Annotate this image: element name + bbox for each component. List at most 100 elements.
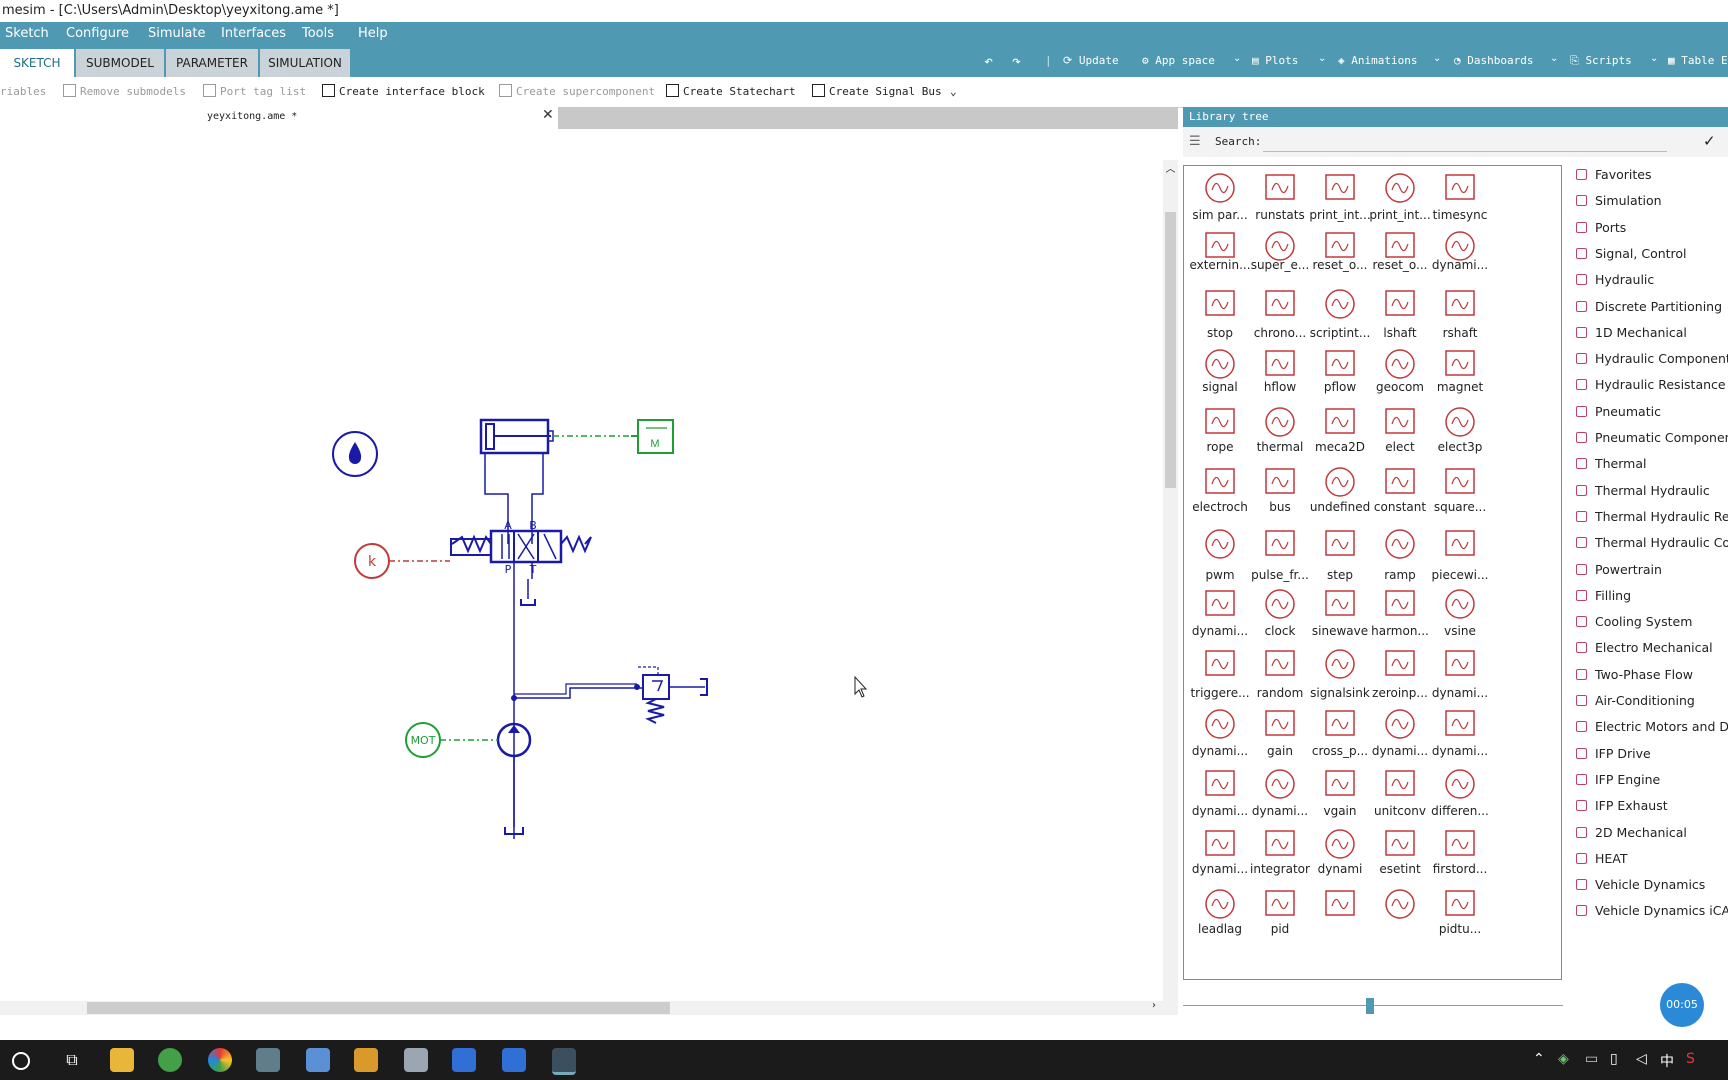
category-item[interactable]: Thermal Hydraulic Res <box>1576 505 1728 529</box>
library-item[interactable]: dynami... <box>1428 226 1492 288</box>
category-item[interactable]: Pneumatic Component <box>1576 426 1728 450</box>
library-item[interactable]: undefined <box>1308 462 1372 524</box>
category-item[interactable]: 1D Mechanical <box>1576 321 1728 345</box>
library-item[interactable]: elect3p <box>1428 402 1492 464</box>
tab-simulation[interactable]: SIMULATION <box>260 49 350 77</box>
category-item[interactable]: IFP Engine <box>1576 768 1728 792</box>
library-item[interactable]: pid <box>1248 884 1312 946</box>
battery-icon[interactable]: ▯ <box>1610 1051 1618 1067</box>
library-item[interactable]: thermal <box>1248 402 1312 464</box>
library-item[interactable]: reset_o... <box>1308 226 1372 288</box>
create-statechart-button[interactable]: Create Statechart <box>666 83 796 101</box>
tank-t[interactable] <box>520 599 536 606</box>
chevron-up-icon[interactable]: ⌃ <box>1533 1051 1545 1067</box>
category-item[interactable]: Hydraulic Resistance <box>1576 373 1728 397</box>
library-item[interactable]: rope <box>1188 402 1252 464</box>
library-item[interactable]: hflow <box>1248 344 1312 406</box>
library-item[interactable]: esetint <box>1368 824 1432 886</box>
library-item[interactable]: vsine <box>1428 584 1492 646</box>
chevron-up-icon[interactable]: ︿ <box>1163 160 1178 175</box>
library-item[interactable]: constant <box>1368 462 1432 524</box>
tab-submodel[interactable]: SUBMODEL <box>76 49 164 77</box>
scroll-thumb[interactable] <box>87 1002 670 1014</box>
hydraulic-cylinder[interactable] <box>479 418 554 455</box>
create-supercomponent-button[interactable]: Create supercomponent <box>499 83 655 101</box>
library-item[interactable]: elect <box>1368 402 1432 464</box>
library-item[interactable]: magnet <box>1428 344 1492 406</box>
calculator-icon[interactable] <box>256 1048 280 1072</box>
library-item[interactable]: rshaft <box>1428 284 1492 346</box>
category-item[interactable]: Favorites <box>1576 163 1728 187</box>
player-icon[interactable] <box>502 1048 526 1072</box>
fluid-properties-icon[interactable] <box>332 431 378 477</box>
search-circle-icon[interactable] <box>12 1052 30 1070</box>
amesim-icon[interactable] <box>552 1048 576 1075</box>
library-item[interactable]: meca2D <box>1308 402 1372 464</box>
category-item[interactable]: Hydraulic <box>1576 268 1728 292</box>
library-item[interactable]: dynami... <box>1188 824 1252 886</box>
antivirus-icon[interactable]: S <box>1686 1051 1695 1067</box>
menu-simulate[interactable]: Simulate <box>148 22 205 46</box>
library-item[interactable] <box>1308 884 1372 946</box>
port-tag-list-button[interactable]: Port tag list <box>203 83 306 101</box>
scripts-button[interactable]: ⎘ Scripts <box>1570 52 1632 70</box>
chevron-down-icon[interactable]: ⌄ <box>1433 53 1441 64</box>
task-view-icon[interactable]: ⧉ <box>60 1048 84 1072</box>
tab-parameter[interactable]: PARAMETER <box>166 49 258 77</box>
chevron-down-icon[interactable]: ⌄ <box>1233 53 1241 64</box>
library-item[interactable]: leadlag <box>1188 884 1252 946</box>
library-item[interactable]: geocom <box>1368 344 1432 406</box>
chevron-down-icon[interactable]: ⌄ <box>1318 53 1326 64</box>
category-item[interactable]: Two-Phase Flow <box>1576 663 1728 687</box>
update-button[interactable]: ⟳ Update <box>1063 52 1119 70</box>
prime-mover[interactable]: MOT <box>405 722 441 758</box>
category-item[interactable]: Ports <box>1576 216 1728 240</box>
menu-tools[interactable]: Tools <box>302 22 334 46</box>
category-item[interactable]: IFP Drive <box>1576 742 1728 766</box>
ime-icon[interactable]: 中 <box>1660 1051 1674 1071</box>
menu-configure[interactable]: Configure <box>66 22 129 46</box>
category-item[interactable]: Powertrain <box>1576 558 1728 582</box>
library-item[interactable]: bus <box>1248 462 1312 524</box>
animations-button[interactable]: ◈ Animations <box>1338 52 1417 70</box>
check-icon[interactable]: ✓ <box>1703 132 1716 150</box>
canvas-horizontal-scrollbar[interactable] <box>0 1001 1178 1015</box>
category-item[interactable]: Electric Motors and Dr <box>1576 715 1728 739</box>
browser-icon[interactable] <box>158 1048 182 1072</box>
library-item[interactable]: signal <box>1188 344 1252 406</box>
player-icon[interactable] <box>452 1048 476 1072</box>
shield-icon[interactable]: ◈ <box>1558 1051 1569 1067</box>
library-item[interactable]: electroch <box>1188 462 1252 524</box>
category-item[interactable]: Air-Conditioning <box>1576 689 1728 713</box>
library-item[interactable]: integrator <box>1248 824 1312 886</box>
category-item[interactable]: Cooling System <box>1576 610 1728 634</box>
tab-sketch[interactable]: SKETCH <box>0 49 74 77</box>
table-button[interactable]: ▦ Table E <box>1668 52 1728 70</box>
library-item[interactable]: square... <box>1428 462 1492 524</box>
library-item[interactable]: piecewi... <box>1428 524 1492 586</box>
menu-help[interactable]: Help <box>358 22 388 46</box>
plots-button[interactable]: ▤ Plots <box>1252 52 1298 70</box>
app-space-button[interactable]: ⚙ App space <box>1142 52 1215 70</box>
category-item[interactable]: Thermal <box>1576 452 1728 476</box>
redo-icon[interactable]: ↷ <box>1012 52 1021 70</box>
library-slider[interactable] <box>1183 998 1573 1014</box>
library-item[interactable]: firstord... <box>1428 824 1492 886</box>
dashboards-button[interactable]: ◔ Dashboards <box>1454 52 1533 70</box>
settings-app-icon[interactable] <box>404 1048 428 1072</box>
library-item[interactable]: pflow <box>1308 344 1372 406</box>
directional-valve[interactable]: A B P T <box>450 519 592 576</box>
library-item[interactable]: timesync <box>1428 168 1492 230</box>
app-icon[interactable] <box>306 1048 330 1072</box>
library-item[interactable]: dynami... <box>1428 644 1492 706</box>
category-item[interactable]: Thermal Hydraulic Cor <box>1576 531 1728 555</box>
category-item[interactable]: Pneumatic <box>1576 400 1728 424</box>
close-icon[interactable]: ✕ <box>542 107 554 123</box>
variables-button[interactable]: riables <box>0 83 46 101</box>
library-item[interactable]: dynami... <box>1428 704 1492 766</box>
app-icon[interactable] <box>354 1048 378 1072</box>
chevron-right-icon[interactable]: › <box>1152 1000 1156 1011</box>
category-item[interactable]: Discrete Partitioning <box>1576 295 1728 319</box>
library-item[interactable]: reset_o... <box>1368 226 1432 288</box>
category-item[interactable]: Electro Mechanical <box>1576 636 1728 660</box>
